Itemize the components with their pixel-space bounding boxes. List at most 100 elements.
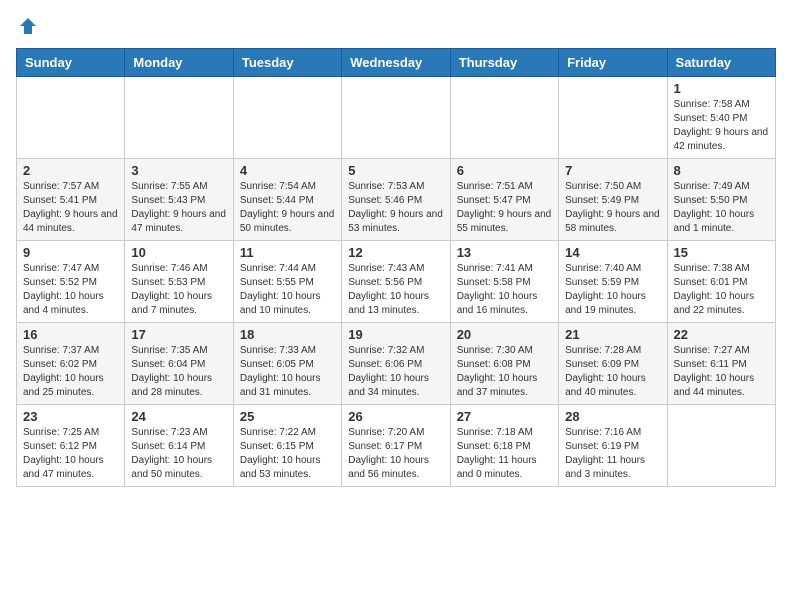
day-info: Sunrise: 7:33 AMSunset: 6:05 PMDaylight:… (240, 344, 335, 400)
day-number: 7 (565, 163, 660, 178)
calendar-cell: 3 Sunrise: 7:55 AMSunset: 5:43 PMDaylight… (125, 159, 233, 241)
day-info: Sunrise: 7:44 AMSunset: 5:55 PMDaylight:… (240, 262, 335, 318)
header-thursday: Thursday (450, 49, 558, 77)
calendar-cell: 20Sunrise: 7:30 AMSunset: 6:08 PMDayligh… (450, 323, 558, 405)
calendar-cell: 1 Sunrise: 7:58 AMSunset: 5:40 PMDaylight… (667, 77, 775, 159)
day-number: 12 (348, 245, 443, 260)
day-number: 19 (348, 327, 443, 342)
calendar-cell (667, 405, 775, 487)
calendar-cell: 14Sunrise: 7:40 AMSunset: 5:59 PMDayligh… (559, 241, 667, 323)
day-info: Sunrise: 7:18 AMSunset: 6:18 PMDaylight:… (457, 426, 552, 482)
calendar-cell (17, 77, 125, 159)
calendar-cell (233, 77, 341, 159)
calendar-cell: 28Sunrise: 7:16 AMSunset: 6:19 PMDayligh… (559, 405, 667, 487)
day-number: 28 (565, 409, 660, 424)
calendar-cell (125, 77, 233, 159)
header-tuesday: Tuesday (233, 49, 341, 77)
day-number: 10 (131, 245, 226, 260)
calendar-cell: 17 Sunrise: 7:35 AMSunset: 6:04 PMDayligh… (125, 323, 233, 405)
calendar-cell: 27 Sunrise: 7:18 AMSunset: 6:18 PMDayligh… (450, 405, 558, 487)
day-info: Sunrise: 7:35 AMSunset: 6:04 PMDaylight:… (131, 344, 226, 400)
day-number: 21 (565, 327, 660, 342)
day-number: 23 (23, 409, 118, 424)
day-number: 9 (23, 245, 118, 260)
day-info: Sunrise: 7:50 AMSunset: 5:49 PMDaylight:… (565, 180, 660, 236)
calendar-week-row: 23 Sunrise: 7:25 AMSunset: 6:12 PMDayligh… (17, 405, 776, 487)
calendar-cell (342, 77, 450, 159)
header-friday: Friday (559, 49, 667, 77)
calendar-week-row: 9 Sunrise: 7:47 AMSunset: 5:52 PMDaylight… (17, 241, 776, 323)
day-number: 11 (240, 245, 335, 260)
calendar-week-row: 1 Sunrise: 7:58 AMSunset: 5:40 PMDaylight… (17, 77, 776, 159)
day-info: Sunrise: 7:43 AMSunset: 5:56 PMDaylight:… (348, 262, 443, 318)
day-number: 22 (674, 327, 769, 342)
calendar-cell: 13 Sunrise: 7:41 AMSunset: 5:58 PMDayligh… (450, 241, 558, 323)
day-info: Sunrise: 7:37 AMSunset: 6:02 PMDaylight:… (23, 344, 118, 400)
calendar-week-row: 16 Sunrise: 7:37 AMSunset: 6:02 PMDayligh… (17, 323, 776, 405)
day-info: Sunrise: 7:58 AMSunset: 5:40 PMDaylight:… (674, 98, 769, 154)
day-info: Sunrise: 7:41 AMSunset: 5:58 PMDaylight:… (457, 262, 552, 318)
calendar-cell: 18 Sunrise: 7:33 AMSunset: 6:05 PMDayligh… (233, 323, 341, 405)
day-number: 14 (565, 245, 660, 260)
page-header (16, 16, 776, 36)
calendar-cell: 5 Sunrise: 7:53 AMSunset: 5:46 PMDaylight… (342, 159, 450, 241)
day-number: 20 (457, 327, 552, 342)
header-sunday: Sunday (17, 49, 125, 77)
calendar-cell: 12 Sunrise: 7:43 AMSunset: 5:56 PMDayligh… (342, 241, 450, 323)
day-number: 4 (240, 163, 335, 178)
day-info: Sunrise: 7:22 AMSunset: 6:15 PMDaylight:… (240, 426, 335, 482)
calendar-cell: 16 Sunrise: 7:37 AMSunset: 6:02 PMDayligh… (17, 323, 125, 405)
day-info: Sunrise: 7:32 AMSunset: 6:06 PMDaylight:… (348, 344, 443, 400)
day-info: Sunrise: 7:49 AMSunset: 5:50 PMDaylight:… (674, 180, 769, 236)
day-info: Sunrise: 7:51 AMSunset: 5:47 PMDaylight:… (457, 180, 552, 236)
day-info: Sunrise: 7:46 AMSunset: 5:53 PMDaylight:… (131, 262, 226, 318)
calendar-cell: 15 Sunrise: 7:38 AMSunset: 6:01 PMDayligh… (667, 241, 775, 323)
calendar-cell: 25 Sunrise: 7:22 AMSunset: 6:15 PMDayligh… (233, 405, 341, 487)
day-number: 25 (240, 409, 335, 424)
calendar-cell: 21 Sunrise: 7:28 AMSunset: 6:09 PMDayligh… (559, 323, 667, 405)
header-saturday: Saturday (667, 49, 775, 77)
calendar-cell: 23 Sunrise: 7:25 AMSunset: 6:12 PMDayligh… (17, 405, 125, 487)
day-info: Sunrise: 7:28 AMSunset: 6:09 PMDaylight:… (565, 344, 660, 400)
day-number: 16 (23, 327, 118, 342)
day-number: 17 (131, 327, 226, 342)
calendar-cell: 8 Sunrise: 7:49 AMSunset: 5:50 PMDaylight… (667, 159, 775, 241)
calendar-cell: 2 Sunrise: 7:57 AMSunset: 5:41 PMDaylight… (17, 159, 125, 241)
day-info: Sunrise: 7:38 AMSunset: 6:01 PMDaylight:… (674, 262, 769, 318)
day-info: Sunrise: 7:53 AMSunset: 5:46 PMDaylight:… (348, 180, 443, 236)
day-number: 5 (348, 163, 443, 178)
calendar-cell: 24 Sunrise: 7:23 AMSunset: 6:14 PMDayligh… (125, 405, 233, 487)
day-number: 1 (674, 81, 769, 96)
day-number: 6 (457, 163, 552, 178)
day-info: Sunrise: 7:27 AMSunset: 6:11 PMDaylight:… (674, 344, 769, 400)
day-number: 27 (457, 409, 552, 424)
day-info: Sunrise: 7:25 AMSunset: 6:12 PMDaylight:… (23, 426, 118, 482)
day-number: 3 (131, 163, 226, 178)
day-number: 2 (23, 163, 118, 178)
day-info: Sunrise: 7:47 AMSunset: 5:52 PMDaylight:… (23, 262, 118, 318)
day-number: 24 (131, 409, 226, 424)
day-number: 13 (457, 245, 552, 260)
calendar-cell: 10 Sunrise: 7:46 AMSunset: 5:53 PMDayligh… (125, 241, 233, 323)
calendar-week-row: 2 Sunrise: 7:57 AMSunset: 5:41 PMDaylight… (17, 159, 776, 241)
day-number: 15 (674, 245, 769, 260)
calendar-cell (559, 77, 667, 159)
calendar-cell: 11 Sunrise: 7:44 AMSunset: 5:55 PMDayligh… (233, 241, 341, 323)
header-wednesday: Wednesday (342, 49, 450, 77)
day-info: Sunrise: 7:20 AMSunset: 6:17 PMDaylight:… (348, 426, 443, 482)
day-number: 8 (674, 163, 769, 178)
calendar-cell (450, 77, 558, 159)
header-monday: Monday (125, 49, 233, 77)
logo-icon (18, 16, 38, 36)
logo (16, 16, 38, 36)
calendar-cell: 22 Sunrise: 7:27 AMSunset: 6:11 PMDayligh… (667, 323, 775, 405)
calendar-table: Sunday Monday Tuesday Wednesday Thursday… (16, 48, 776, 487)
calendar-header-row: Sunday Monday Tuesday Wednesday Thursday… (17, 49, 776, 77)
day-number: 26 (348, 409, 443, 424)
day-info: Sunrise: 7:55 AMSunset: 5:43 PMDaylight:… (131, 180, 226, 236)
calendar-cell: 7 Sunrise: 7:50 AMSunset: 5:49 PMDaylight… (559, 159, 667, 241)
day-number: 18 (240, 327, 335, 342)
day-info: Sunrise: 7:23 AMSunset: 6:14 PMDaylight:… (131, 426, 226, 482)
day-info: Sunrise: 7:57 AMSunset: 5:41 PMDaylight:… (23, 180, 118, 236)
calendar-cell: 4Sunrise: 7:54 AMSunset: 5:44 PMDaylight… (233, 159, 341, 241)
